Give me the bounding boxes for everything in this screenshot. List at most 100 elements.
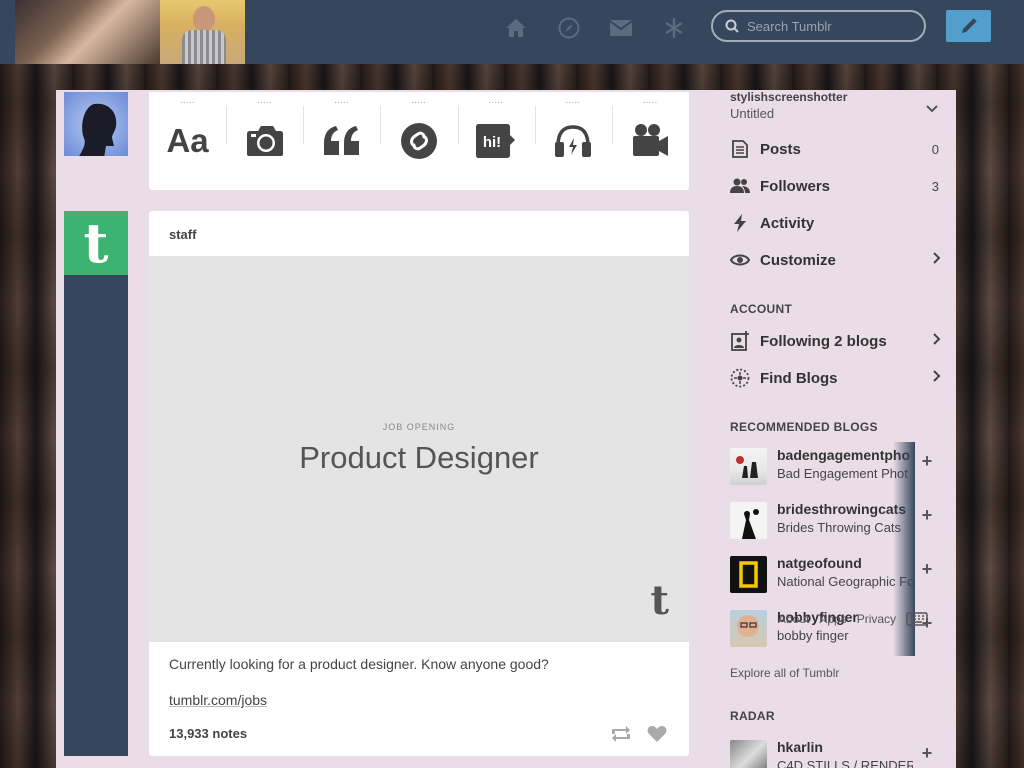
- activity-bolt-icon: [730, 213, 750, 233]
- post-type-chat[interactable]: ..... hi!: [457, 92, 535, 190]
- home-icon[interactable]: [504, 16, 528, 40]
- sidebar-item-posts[interactable]: Posts 0: [730, 134, 945, 164]
- follow-plus-icon[interactable]: +: [916, 742, 938, 764]
- follow-plus-icon[interactable]: +: [916, 558, 938, 580]
- post-type-bar: ..... Aa ..... ..... ..... ..... hi! ...…: [149, 92, 689, 190]
- video-camera-icon: [633, 124, 669, 156]
- sidebar-item-activity[interactable]: Activity: [730, 208, 945, 238]
- text-post-icon: Aa: [166, 122, 209, 159]
- sidebar-item-label: Following 2 blogs: [760, 332, 887, 350]
- sidebar-item-followers[interactable]: Followers 3: [730, 171, 945, 201]
- post-type-link[interactable]: .....: [380, 92, 457, 190]
- post-type-quote[interactable]: .....: [303, 92, 380, 190]
- blog-name: hkarlin: [777, 739, 823, 755]
- job-title: Product Designer: [299, 440, 539, 475]
- blog-title: Untitled: [730, 106, 775, 121]
- staff-avatar-column: [64, 275, 128, 756]
- reblog-icon: [612, 726, 630, 742]
- post-card: staff JOB OPENING Product Designer t Cur…: [149, 211, 689, 756]
- chevron-right-icon: [933, 251, 941, 269]
- tumblr-watermark-icon: t: [650, 577, 669, 624]
- footer-links: About Apps Privacy: [778, 612, 928, 626]
- sidebar-item-find-blogs[interactable]: Find Blogs: [730, 363, 945, 393]
- radar-blog-item[interactable]: hkarlin C4D STILLS / RENDER +: [730, 738, 945, 768]
- about-link[interactable]: About: [778, 612, 809, 626]
- header-photo: [15, 0, 160, 64]
- header-photo-portrait: [160, 0, 245, 64]
- compass-icon[interactable]: [557, 16, 581, 40]
- follow-plus-icon[interactable]: +: [916, 504, 938, 526]
- post-type-photo[interactable]: .....: [226, 92, 303, 190]
- follow-plus-icon[interactable]: +: [916, 450, 938, 472]
- eye-icon: [730, 250, 750, 270]
- blog-avatar: [730, 610, 767, 647]
- keyboard-icon[interactable]: [906, 612, 928, 626]
- sidebar-item-label: Followers: [760, 177, 831, 195]
- apps-link[interactable]: Apps: [819, 612, 846, 626]
- blog-avatar: [730, 448, 767, 485]
- chat-icon-label: hi!: [483, 134, 501, 151]
- followers-icon: [730, 176, 750, 196]
- ptype-dots: .....: [257, 98, 273, 105]
- sidebar-item-following[interactable]: Following 2 blogs: [730, 326, 945, 356]
- sidebar-item-label: Customize: [760, 251, 836, 269]
- blog-avatar: [730, 502, 767, 539]
- like-button[interactable]: [646, 723, 668, 745]
- post-type-video[interactable]: .....: [611, 92, 689, 190]
- chevron-right-icon: [933, 369, 941, 387]
- sidebar-item-customize[interactable]: Customize: [730, 245, 945, 275]
- pencil-icon: [961, 18, 977, 33]
- explore-link[interactable]: Explore all of Tumblr: [730, 666, 839, 680]
- following-icon: [730, 331, 750, 351]
- avatar-silhouette-icon: [79, 103, 117, 156]
- ptype-dots: .....: [643, 98, 658, 105]
- post-type-text[interactable]: ..... Aa: [149, 92, 226, 190]
- sidebar-item-label: Posts: [760, 140, 801, 158]
- chat-icon: hi!: [476, 124, 516, 158]
- blog-title: C4D STILLS / RENDER: [777, 758, 913, 768]
- recommended-heading: RECOMMENDED BLOGS: [730, 420, 878, 434]
- heart-icon: [647, 725, 667, 742]
- ptype-dots: .....: [488, 98, 504, 105]
- sidebar-item-label: Find Blogs: [760, 369, 838, 387]
- job-eyebrow: JOB OPENING: [382, 422, 456, 432]
- radar-heading: RADAR: [730, 709, 775, 723]
- activity-icon[interactable]: [662, 16, 686, 40]
- quote-icon: [323, 126, 359, 155]
- account-heading: ACCOUNT: [730, 302, 793, 316]
- privacy-link[interactable]: Privacy: [857, 612, 896, 626]
- ptype-dots: .....: [565, 98, 581, 105]
- my-avatar[interactable]: [64, 92, 128, 156]
- portrait-head: [193, 6, 215, 32]
- posts-icon: [730, 139, 750, 159]
- posts-count: 0: [931, 141, 939, 157]
- camera-icon: [246, 126, 283, 156]
- portrait-body: [182, 30, 226, 64]
- blog-name[interactable]: stylishscreenshotter: [730, 90, 847, 104]
- post-image[interactable]: JOB OPENING Product Designer t: [149, 256, 689, 642]
- link-icon: [400, 123, 437, 159]
- find-blogs-icon: [730, 368, 750, 388]
- staff-avatar[interactable]: t: [64, 211, 128, 275]
- post-author[interactable]: staff: [149, 211, 689, 256]
- ptype-dots: .....: [411, 98, 427, 105]
- compose-button[interactable]: [946, 10, 991, 42]
- search-input[interactable]: [747, 18, 907, 34]
- followers-count: 3: [931, 178, 939, 194]
- sidebar-item-label: Activity: [760, 214, 815, 232]
- mail-icon[interactable]: [609, 16, 633, 40]
- search-box[interactable]: [711, 10, 926, 42]
- reblog-button[interactable]: [610, 723, 632, 745]
- search-icon: [725, 19, 739, 33]
- tumblr-logo-icon: t: [83, 211, 109, 275]
- blog-avatar: [730, 740, 767, 768]
- post-type-audio[interactable]: .....: [534, 92, 612, 190]
- post-link[interactable]: tumblr.com/jobs: [169, 692, 267, 708]
- blog-avatar: [730, 556, 767, 593]
- ptype-dots: .....: [334, 98, 350, 105]
- chevron-right-icon: [933, 332, 941, 350]
- top-navbar: [0, 0, 1024, 64]
- chevron-down-icon[interactable]: [926, 100, 938, 118]
- post-body-text: Currently looking for a product designer…: [169, 656, 549, 672]
- post-notes-count[interactable]: 13,933 notes: [169, 726, 247, 741]
